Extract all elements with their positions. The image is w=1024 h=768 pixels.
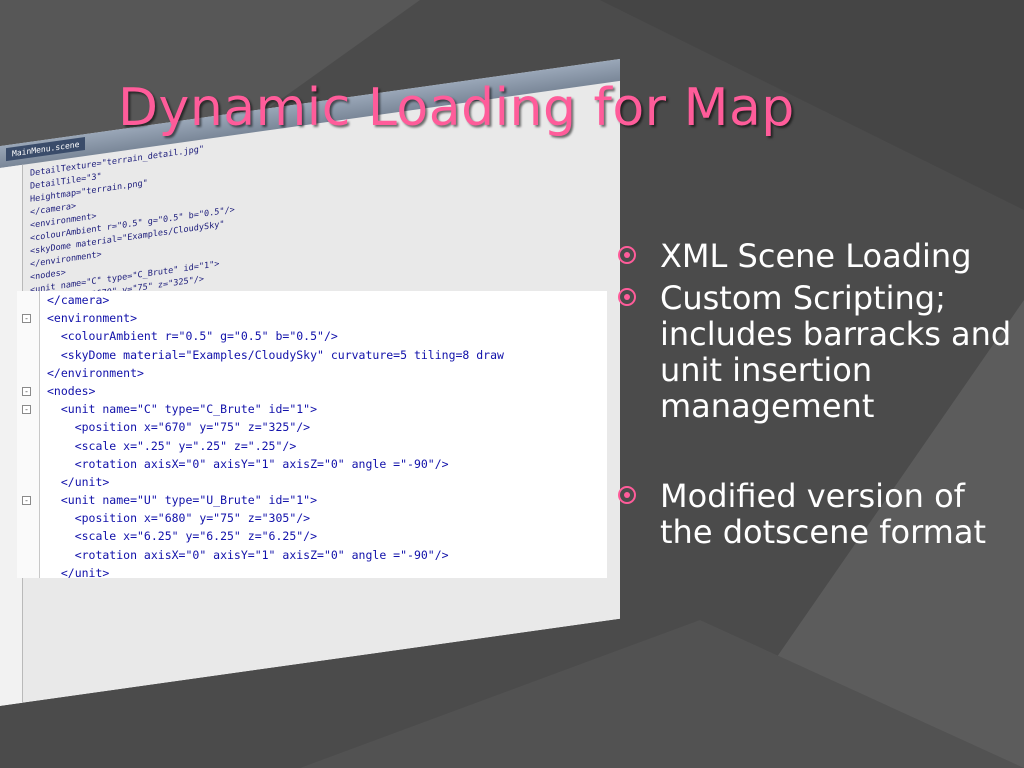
code-line: </camera> [47,293,110,307]
code-line: </unit> [47,565,110,578]
code-lines: </camera> <environment> <colourAmbient r=… [47,291,504,578]
bullet-item: Modified version of the dotscene format [618,478,1018,550]
code-line: <colourAmbient r="0.5" g="0.5" b="0.5"/> [47,329,338,344]
code-line: </environment> [47,365,144,380]
code-line: <rotation axisX="0" axisY="1" axisZ="0" … [47,456,449,471]
bullet-list: XML Scene Loading Custom Scripting; incl… [618,238,1018,556]
code-line: <environment> [47,311,138,326]
bullet-text: Custom Scripting; includes barracks and … [660,279,1012,425]
bullet-text: XML Scene Loading [660,237,972,275]
fold-toggle-icon[interactable]: - [22,404,31,414]
circle-dot-bullet-icon [618,246,636,264]
bullet-text: Modified version of the dotscene format [660,477,986,551]
fold-toggle-icon[interactable]: - [22,313,31,323]
fold-toggle-icon[interactable]: - [22,386,31,396]
circle-dot-bullet-icon [618,486,636,504]
code-line: <skyDome material="Examples/CloudySky" c… [47,347,504,362]
fold-toggle-icon[interactable]: - [22,495,31,505]
code-line: <position x="680" y="75" z="305"/> [47,511,311,526]
code-line: <nodes> [47,383,96,398]
code-line: <scale x=".25" y=".25" z=".25"/> [47,438,297,453]
code-line: <unit name="C" type="C_Brute" id="1"> [47,402,318,417]
code-gutter: - - - - [17,291,40,578]
code-line: </unit> [47,474,110,489]
bullet-item: XML Scene Loading [618,238,1018,274]
circle-dot-bullet-icon [618,288,636,306]
bullet-item: Custom Scripting; includes barracks and … [618,280,1018,424]
slide-title: Dynamic Loading for Map [118,78,795,138]
code-line: <unit name="U" type="U_Brute" id="1"> [47,493,318,508]
code-panel: - - - - </camera> <environment> <colourAmbie… [17,291,607,578]
code-line: <scale x="6.25" y="6.25" z="6.25"/> [47,529,318,544]
code-line: <position x="670" y="75" z="325"/> [47,420,311,435]
code-line: <rotation axisX="0" axisY="1" axisZ="0" … [47,547,449,562]
